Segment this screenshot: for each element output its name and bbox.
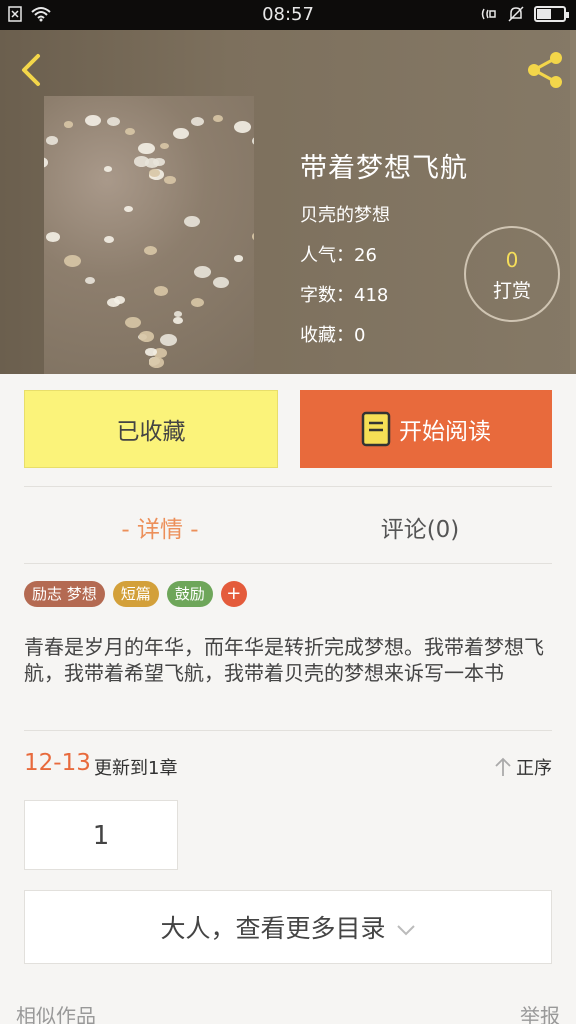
book-icon [361, 411, 391, 447]
nfc-icon [481, 8, 496, 20]
shell-decoration [45, 136, 58, 145]
shell-decoration [191, 117, 205, 127]
chapter-item[interactable]: 1 [24, 800, 178, 870]
tag-item[interactable]: 鼓励 [166, 581, 213, 607]
chevron-down-icon [396, 925, 415, 936]
update-date: 12-13 [24, 750, 91, 776]
popularity-stat: 人气：26 [300, 245, 377, 266]
tag-item[interactable]: 励志 梦想 [24, 581, 105, 607]
word-count-stat: 字数：418 [300, 285, 389, 306]
shell-decoration [148, 357, 164, 368]
shell-decoration [164, 176, 176, 185]
tip-count: 0 [505, 248, 519, 272]
arrow-up-icon [495, 757, 511, 776]
shell-decoration [124, 206, 133, 213]
shell-decoration [212, 277, 229, 289]
update-status: 更新到1章 [94, 758, 178, 779]
tag-item[interactable]: 短篇 [112, 581, 159, 607]
sort-order-button[interactable]: 正序 [494, 754, 552, 780]
favorite-button[interactable]: 已收藏 [24, 390, 278, 468]
tip-label: 打赏 [492, 280, 531, 302]
book-cover-image[interactable] [44, 96, 254, 374]
shell-decoration [85, 114, 102, 127]
shell-decoration [114, 296, 125, 304]
shell-decoration [252, 136, 254, 147]
shell-decoration [45, 232, 60, 242]
book-description: 青春是岁月的年华，而年华是转折完成梦想。我带着梦想飞航，我带着希望飞航，我带着贝… [24, 635, 544, 685]
shell-decoration [184, 216, 200, 228]
shell-decoration [144, 246, 157, 256]
shell-decoration [212, 114, 223, 122]
shell-decoration [104, 236, 114, 243]
divider [24, 486, 552, 487]
favorite-button-label: 已收藏 [116, 419, 186, 445]
shell-decoration [160, 142, 170, 149]
shell-decoration [85, 277, 96, 285]
shell-decoration [104, 166, 112, 172]
sort-order-label: 正序 [516, 758, 552, 779]
book-author[interactable]: 贝壳的梦想 [300, 201, 468, 227]
shell-decoration [173, 127, 190, 139]
shell-decoration [160, 334, 178, 347]
status-bar: 08:57 [0, 0, 576, 30]
shell-decoration [173, 316, 184, 324]
shell-decoration [106, 117, 120, 127]
tab-comments[interactable]: 评论(0) [300, 510, 540, 544]
battery-icon [534, 6, 569, 22]
back-arrow-icon[interactable] [14, 50, 50, 90]
scrollbar[interactable] [570, 30, 576, 370]
book-header: 带着梦想飞航 贝壳的梦想 人气：26 字数：418 收藏：0 0 打赏 [0, 30, 576, 374]
divider [24, 730, 552, 731]
shell-decoration [233, 255, 243, 262]
book-title: 带着梦想飞航 [300, 153, 468, 184]
start-reading-label: 开始阅读 [399, 419, 491, 445]
tag-list: 励志 梦想 短篇 鼓励 + [24, 581, 247, 607]
report-link[interactable]: 举报 [520, 1000, 560, 1024]
bell-muted-icon [508, 6, 524, 22]
shell-decoration [64, 121, 74, 128]
shell-decoration [124, 316, 141, 329]
shell-decoration [64, 255, 82, 268]
start-reading-button[interactable]: 开始阅读 [300, 390, 552, 468]
divider [24, 563, 552, 564]
shell-decoration [124, 127, 135, 135]
shell-decoration [148, 169, 160, 177]
tab-detail[interactable]: - 详情 - [40, 510, 280, 544]
shell-decoration [233, 121, 251, 134]
favorites-stat: 收藏：0 [300, 325, 366, 346]
tip-button[interactable]: 0 打赏 [464, 226, 560, 322]
more-catalog-label: 大人，查看更多目录 [160, 914, 386, 943]
shell-decoration [191, 297, 205, 307]
shell-decoration [252, 232, 254, 241]
shell-decoration [194, 266, 211, 278]
shell-decoration [154, 286, 168, 296]
shell-decoration [44, 157, 49, 168]
shell-decoration [174, 311, 182, 317]
share-icon[interactable] [522, 48, 566, 92]
shell-decoration [137, 142, 155, 155]
shell-decoration [134, 156, 149, 167]
shell-decoration [139, 331, 154, 342]
more-catalog-button[interactable]: 大人，查看更多目录 [24, 890, 552, 964]
similar-works-heading: 相似作品 [16, 1004, 96, 1024]
add-tag-button[interactable]: + [220, 581, 247, 607]
